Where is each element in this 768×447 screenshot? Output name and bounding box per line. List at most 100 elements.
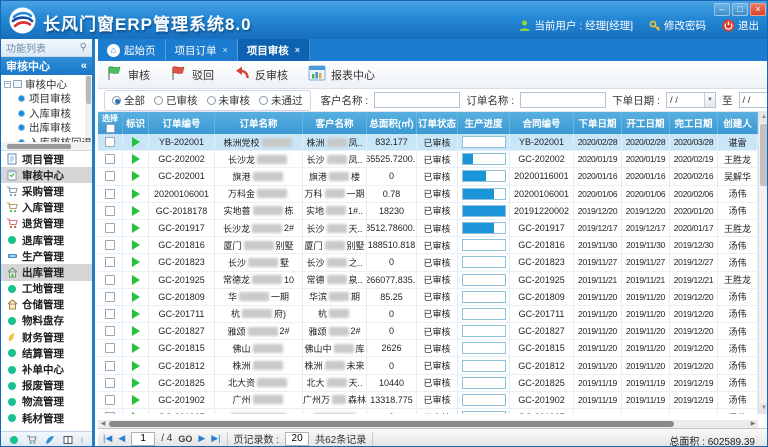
sidebar-item-退货管理[interactable]: 退货管理: [1, 216, 92, 232]
sidebar-item-报废管理[interactable]: 报废管理: [1, 378, 92, 394]
tree-node-项目审核[interactable]: 项目审核: [4, 92, 92, 107]
next-page-button[interactable]: ▶: [198, 433, 205, 444]
tab-项目订单[interactable]: 项目订单×: [166, 39, 238, 61]
table-row[interactable]: GC-202002长沙龙长沙凤..65525.7200..已审核GC-20200…: [98, 151, 768, 168]
table-row[interactable]: YB-202001株洲党校株洲凤..832.177已审核YB-202001202…: [98, 134, 768, 151]
status-radio-未审核[interactable]: 未审核: [207, 93, 251, 108]
row-checkbox[interactable]: [105, 171, 115, 181]
sidebar-item-财务管理[interactable]: 财务管理: [1, 329, 92, 345]
previous-page-button[interactable]: ◀: [118, 433, 125, 444]
sidebar-item-结算管理[interactable]: 结算管理: [1, 345, 92, 361]
scroll-left-icon[interactable]: ◀: [98, 420, 108, 428]
table-row[interactable]: GC-2018178实地蔷栋实地1#..18230已审核201912200022…: [98, 203, 768, 220]
row-checkbox[interactable]: [105, 240, 115, 250]
logout-button[interactable]: 退出: [722, 18, 759, 33]
status-radio-未通过[interactable]: 未通过: [259, 93, 303, 108]
row-checkbox[interactable]: [105, 343, 115, 353]
last-page-button[interactable]: ▶|: [211, 433, 220, 444]
sidebar-item-采购管理[interactable]: 采购管理: [1, 183, 92, 199]
table-row[interactable]: GC-201827雅颂2#雅颂2#0已审核GC-2018272019/11/20…: [98, 323, 768, 340]
tree-horizontal-scrollbar[interactable]: [1, 142, 92, 150]
tree-node-入库审核[interactable]: 入库审核: [4, 106, 92, 121]
row-checkbox[interactable]: [105, 326, 115, 336]
page-number-input[interactable]: [131, 432, 155, 446]
toolbar-button-报表中心[interactable]: 报表中心: [308, 65, 375, 84]
table-row[interactable]: GC-202001旗港旗港楼0已审核202001160012020/01/162…: [98, 168, 768, 185]
order-date-to-picker[interactable]: / /▼: [739, 92, 768, 108]
sidebar-section-header[interactable]: 审核中心 «: [1, 57, 92, 75]
tab-项目审核[interactable]: 项目审核×: [238, 39, 310, 61]
sidebar-item-入库管理[interactable]: 入库管理: [1, 200, 92, 216]
row-checkbox[interactable]: [105, 257, 115, 267]
sidebar-item-耗材管理[interactable]: 耗材管理: [1, 410, 92, 426]
tree-vertical-scrollbar[interactable]: [85, 75, 92, 137]
table-row[interactable]: GC-201823长沙墅长沙之..0已审核GC-2018232019/11/27…: [98, 254, 768, 271]
sidebar-item-仓储管理[interactable]: 仓储管理: [1, 297, 92, 313]
sidebar-item-出库管理[interactable]: 出库管理: [1, 264, 92, 280]
tree-node-出库审核[interactable]: 出库审核: [4, 121, 92, 136]
change-password-button[interactable]: 修改密码: [649, 18, 706, 33]
close-tab-icon[interactable]: ×: [223, 45, 228, 55]
table-row[interactable]: GC-201925常德龙10常德泉..266077.835..已审核GC-201…: [98, 272, 768, 289]
tab-起始页[interactable]: ⌂起始页: [98, 39, 166, 61]
toolbar-button-驳回[interactable]: 驳回: [170, 65, 214, 84]
page-size-input[interactable]: [285, 432, 309, 446]
table-row[interactable]: GC-201902广州广州万森林13318.775已审核GC-201902201…: [98, 392, 768, 409]
sidebar-item-物料盘存[interactable]: 物料盘存: [1, 313, 92, 329]
sidebar-item-生产管理[interactable]: 生产管理: [1, 248, 92, 264]
table-row[interactable]: GC-201809华一期华滨期85.25已审核GC-2018092019/11/…: [98, 289, 768, 306]
row-checkbox[interactable]: [105, 223, 115, 233]
maximize-button[interactable]: □: [732, 3, 748, 16]
tree-node-root[interactable]: −审核中心: [4, 77, 92, 92]
status-radio-全部[interactable]: 全部: [112, 93, 145, 108]
table-horizontal-scrollbar[interactable]: ◀ ▶: [98, 420, 758, 428]
order-name-input[interactable]: [520, 92, 606, 108]
table-row[interactable]: GC-201816厦门别墅厦门别墅188510.818已审核GC-2018162…: [98, 237, 768, 254]
collapse-node-icon[interactable]: −: [4, 81, 11, 88]
scrollbar-thumb[interactable]: [109, 421, 674, 427]
table-vertical-scrollbar[interactable]: ▲ ▼: [758, 112, 768, 414]
row-checkbox[interactable]: [105, 154, 115, 164]
quick-dot-icon[interactable]: [10, 436, 18, 444]
scrollbar-thumb[interactable]: [760, 124, 768, 186]
sidebar-item-补单中心[interactable]: 补单中心: [1, 361, 92, 377]
row-checkbox[interactable]: [105, 412, 115, 414]
row-checkbox[interactable]: [105, 275, 115, 285]
row-checkbox[interactable]: [105, 292, 115, 302]
row-checkbox[interactable]: [105, 361, 115, 371]
status-radio-已审核[interactable]: 已审核: [154, 93, 198, 108]
row-checkbox[interactable]: [105, 206, 115, 216]
quick-book-icon[interactable]: [63, 435, 73, 445]
scroll-up-icon[interactable]: ▲: [759, 112, 768, 123]
table-row[interactable]: GC-2019050已审核GC-2019052019/11/192019/11/…: [98, 409, 768, 414]
table-row[interactable]: GC-201917长沙龙2#长沙天..8512.78600..已审核GC-201…: [98, 220, 768, 237]
first-page-button[interactable]: |◀: [103, 433, 112, 444]
table-row[interactable]: GC-201711杭府)杭0已审核GC-2017112019/11/202019…: [98, 306, 768, 323]
collapse-icon[interactable]: «: [81, 60, 87, 72]
scroll-right-icon[interactable]: ▶: [748, 420, 758, 428]
row-checkbox[interactable]: [105, 309, 115, 319]
row-checkbox[interactable]: [105, 137, 115, 147]
select-all-checkbox[interactable]: [106, 124, 115, 133]
table-row[interactable]: GC-201825北大资北大天..10440已审核GC-2018252019/1…: [98, 375, 768, 392]
pin-icon[interactable]: ⚲: [80, 42, 87, 53]
scroll-down-icon[interactable]: ▼: [759, 403, 768, 414]
sidebar-item-审核中心[interactable]: 审核中心: [1, 167, 92, 183]
customer-name-input[interactable]: [374, 92, 460, 108]
close-button[interactable]: ×: [750, 3, 766, 16]
close-tab-icon[interactable]: ×: [295, 45, 300, 55]
chevron-down-icon[interactable]: ▼: [704, 93, 715, 107]
table-row[interactable]: GC-201815佛山佛山中库2626已审核GC-2018152019/11/2…: [98, 340, 768, 357]
go-button[interactable]: GO: [178, 434, 192, 444]
sidebar-item-工地管理[interactable]: 工地管理: [1, 281, 92, 297]
quick-cart-icon[interactable]: [26, 435, 37, 445]
sidebar-item-物流管理[interactable]: 物流管理: [1, 394, 92, 410]
overflow-icon[interactable]: ⁝: [81, 436, 84, 445]
order-date-from-picker[interactable]: / /▼: [666, 92, 716, 108]
table-row[interactable]: GC-201812株洲株洲未来0已审核GC-2018122019/11/2020…: [98, 357, 768, 374]
sidebar-item-退库管理[interactable]: 退库管理: [1, 232, 92, 248]
table-row[interactable]: 20200106001万科金万科一期0.78已审核202001060012020…: [98, 186, 768, 203]
sidebar-item-项目管理[interactable]: 项目管理: [1, 151, 92, 167]
quick-pen-icon[interactable]: [45, 435, 55, 445]
row-checkbox[interactable]: [105, 395, 115, 405]
